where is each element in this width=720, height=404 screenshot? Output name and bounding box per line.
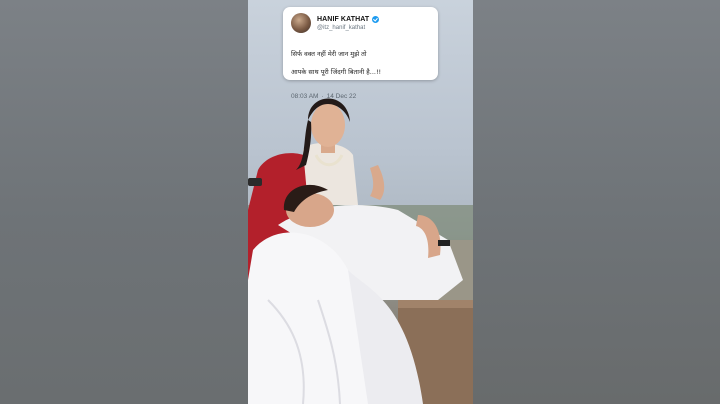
ledge-top <box>398 300 473 308</box>
user-info: HANIF KATHAT @itz_hanif_kathat <box>317 15 380 31</box>
phone <box>248 178 262 186</box>
tweet-time: 08:03 AM <box>291 93 319 100</box>
avatar[interactable] <box>291 13 311 33</box>
woman-face <box>311 103 345 147</box>
meta-separator: · <box>321 93 324 100</box>
display-name[interactable]: HANIF KATHAT <box>317 16 369 23</box>
name-row: HANIF KATHAT <box>317 15 380 23</box>
blurred-background-right <box>473 0 720 404</box>
tweet-card[interactable]: HANIF KATHAT @itz_hanif_kathat सिर्फ वक्… <box>283 7 438 100</box>
tweet-timestamp: 08:03 AM · 14 Dec 22 <box>291 93 430 100</box>
blurred-background-left <box>0 0 248 404</box>
tweet-text: सिर्फ वक्त नहीं मेरी जान मुझे तो आपके सा… <box>291 41 430 86</box>
tweet-text-line: सिर्फ वक्त नहीं मेरी जान मुझे तो <box>291 50 367 58</box>
tweet-date: 14 Dec 22 <box>326 93 357 100</box>
user-handle[interactable]: @itz_hanif_kathat <box>317 25 379 31</box>
tweet-text-line: आपके साथ पूरी जिंदगी बितानी है...!! <box>291 68 382 76</box>
tweet-header: HANIF KATHAT @itz_hanif_kathat <box>291 13 430 33</box>
verified-badge-icon <box>372 15 380 23</box>
woman-arm <box>370 165 385 200</box>
watch <box>438 240 450 246</box>
